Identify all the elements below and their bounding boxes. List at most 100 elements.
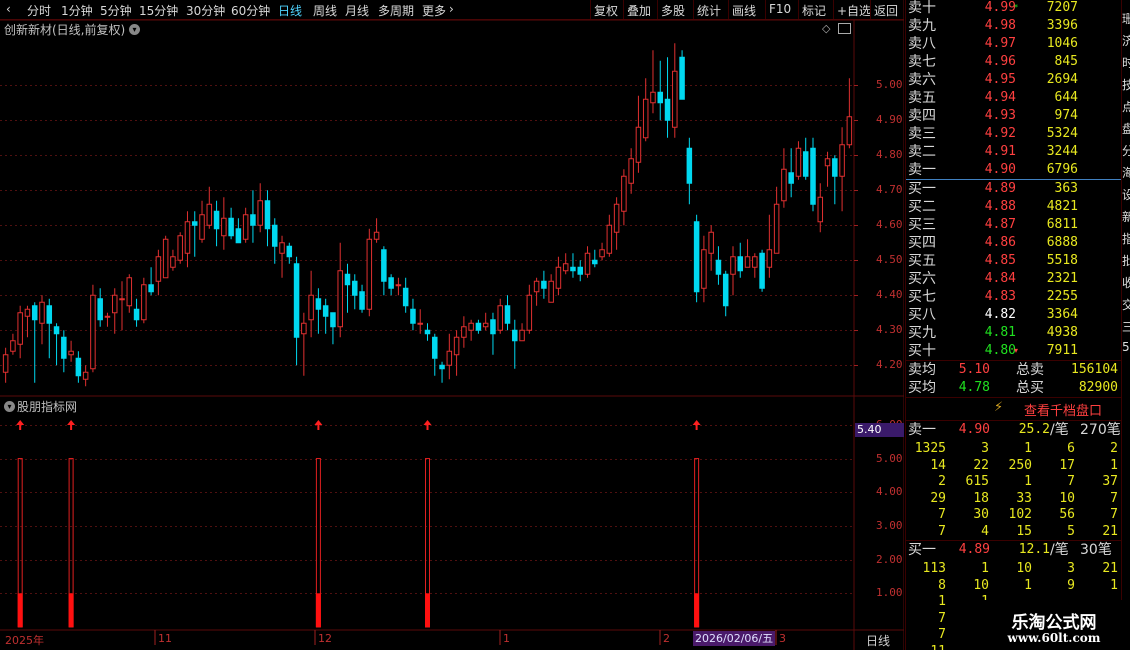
candle [737, 242, 744, 278]
candle [650, 50, 656, 114]
level-label: 卖十 [908, 0, 936, 16]
candle-body [293, 263, 300, 338]
order-book-row[interactable]: 卖四 4.93 974 [906, 107, 1122, 125]
up-arrow-icon [16, 420, 25, 430]
order-book-row[interactable]: 卖八 4.97 1046 [906, 35, 1122, 53]
order-book-row[interactable]: 卖五 4.94 644 [906, 89, 1122, 107]
order-book-row[interactable]: 买一 4.89 363 [906, 180, 1122, 198]
candle [562, 253, 569, 275]
level-price: 4.91 [984, 144, 1016, 159]
order-book-row[interactable]: 卖一 4.90 6796 [906, 161, 1122, 179]
candle-body [635, 126, 642, 163]
candle-body [802, 151, 809, 177]
candle [381, 246, 387, 296]
candle-body [90, 294, 96, 370]
queue-cell: 4 [981, 523, 989, 539]
candle [264, 190, 271, 247]
order-book-row[interactable]: 买十 4.80 ▾ 7911 [906, 342, 1122, 360]
candle-body [512, 329, 518, 342]
candle [148, 267, 154, 296]
side-strip-char: 三 [1122, 318, 1130, 335]
candle-body [824, 158, 831, 167]
candle-body [381, 249, 387, 282]
order-book-row[interactable]: 卖二 4.91 3244 [906, 143, 1122, 161]
candle-body [526, 294, 533, 331]
order-book-row[interactable]: 卖三 4.92 5324 [906, 125, 1122, 143]
level-price: 4.97 [984, 36, 1016, 51]
level-volume: 2694 [1046, 72, 1078, 87]
candle [250, 190, 256, 243]
candle [373, 218, 380, 243]
candle [301, 312, 307, 376]
candle-body [242, 214, 249, 240]
candle [548, 274, 554, 303]
candle [242, 207, 249, 243]
candle-body [424, 329, 431, 335]
queue-cell: 102 [1008, 507, 1032, 522]
queue-cell: 33 [1016, 490, 1032, 506]
order-book-row[interactable]: 买六 4.84 2321 [906, 270, 1122, 288]
candle-body [519, 329, 525, 342]
candle-body [24, 308, 31, 317]
candle [439, 361, 445, 383]
candle-body [286, 245, 293, 258]
queue-cell: 7 [938, 507, 946, 522]
level-volume: 4938 [1046, 325, 1078, 340]
order-book-row[interactable]: 卖七 4.96 845 [906, 53, 1122, 71]
candle-body [439, 364, 445, 370]
side-strip-char: 批 [1122, 252, 1130, 269]
candle [228, 207, 234, 240]
order-book-row[interactable]: 买七 4.83 2255 [906, 288, 1122, 306]
candle-body [599, 249, 605, 258]
queue-cell: 2 [938, 474, 946, 489]
order-book-row[interactable]: 卖十 4.99 * 7207 [906, 0, 1122, 17]
level-price: 4.87 [984, 217, 1016, 232]
queue-cell: 6 [1067, 441, 1075, 456]
order-book-row[interactable]: 买四 4.86 6888 [906, 234, 1122, 252]
candle [235, 218, 242, 244]
level-volume: 2321 [1046, 271, 1078, 286]
order-book-row[interactable]: 卖六 4.95 2694 [906, 71, 1122, 89]
candle-body [788, 172, 794, 184]
candle [715, 246, 722, 285]
queue-cell: 2 [1110, 441, 1118, 456]
kline-chart[interactable] [0, 0, 904, 650]
candle [446, 333, 453, 380]
period-label[interactable]: 日线 [866, 632, 890, 649]
candle [802, 137, 809, 180]
order-book-row[interactable]: 买五 4.85 5518 [906, 252, 1122, 270]
candle [541, 270, 547, 299]
order-book-row[interactable]: 买三 4.87 6811 [906, 216, 1122, 234]
candle [213, 200, 220, 247]
candle-body [446, 350, 453, 366]
queue-count: 30笔 [1080, 542, 1112, 558]
candle-body [752, 256, 758, 268]
candle-body [126, 277, 133, 307]
order-book-row[interactable]: 买八 4.82 3364 [906, 306, 1122, 324]
side-strip-char: 时 [1122, 54, 1130, 71]
order-book-row[interactable]: 买二 4.88 4821 [906, 198, 1122, 216]
candle-body [679, 56, 685, 100]
order-book-row[interactable]: 卖九 4.98 3396 [906, 17, 1122, 35]
summary-volume: 156104 [1071, 362, 1118, 377]
candle [752, 253, 758, 278]
signal-bar-base [315, 593, 321, 627]
candle [810, 137, 816, 212]
queue-cell: 21 [1102, 523, 1118, 539]
candle-body [584, 252, 591, 275]
level-price: 4.81 [984, 325, 1016, 340]
order-book-row[interactable]: 买九 4.81 4938 [906, 324, 1122, 342]
candle-body [315, 298, 322, 310]
candle [199, 200, 205, 243]
queue-header: 买一 4.89 12.1/笔 30笔 [906, 541, 1122, 559]
candle-body [592, 259, 598, 265]
candle-body [613, 203, 620, 233]
candle-body [53, 326, 60, 335]
candle [773, 186, 780, 254]
depth-button[interactable]: ⚡ 查看千档盘口 [906, 398, 1122, 420]
queue-cell: 22 [973, 457, 989, 473]
level-label: 卖五 [908, 90, 936, 106]
signal-bar-base [694, 593, 700, 627]
price-tick-label: 5.00 [876, 78, 903, 92]
candle [824, 151, 831, 187]
